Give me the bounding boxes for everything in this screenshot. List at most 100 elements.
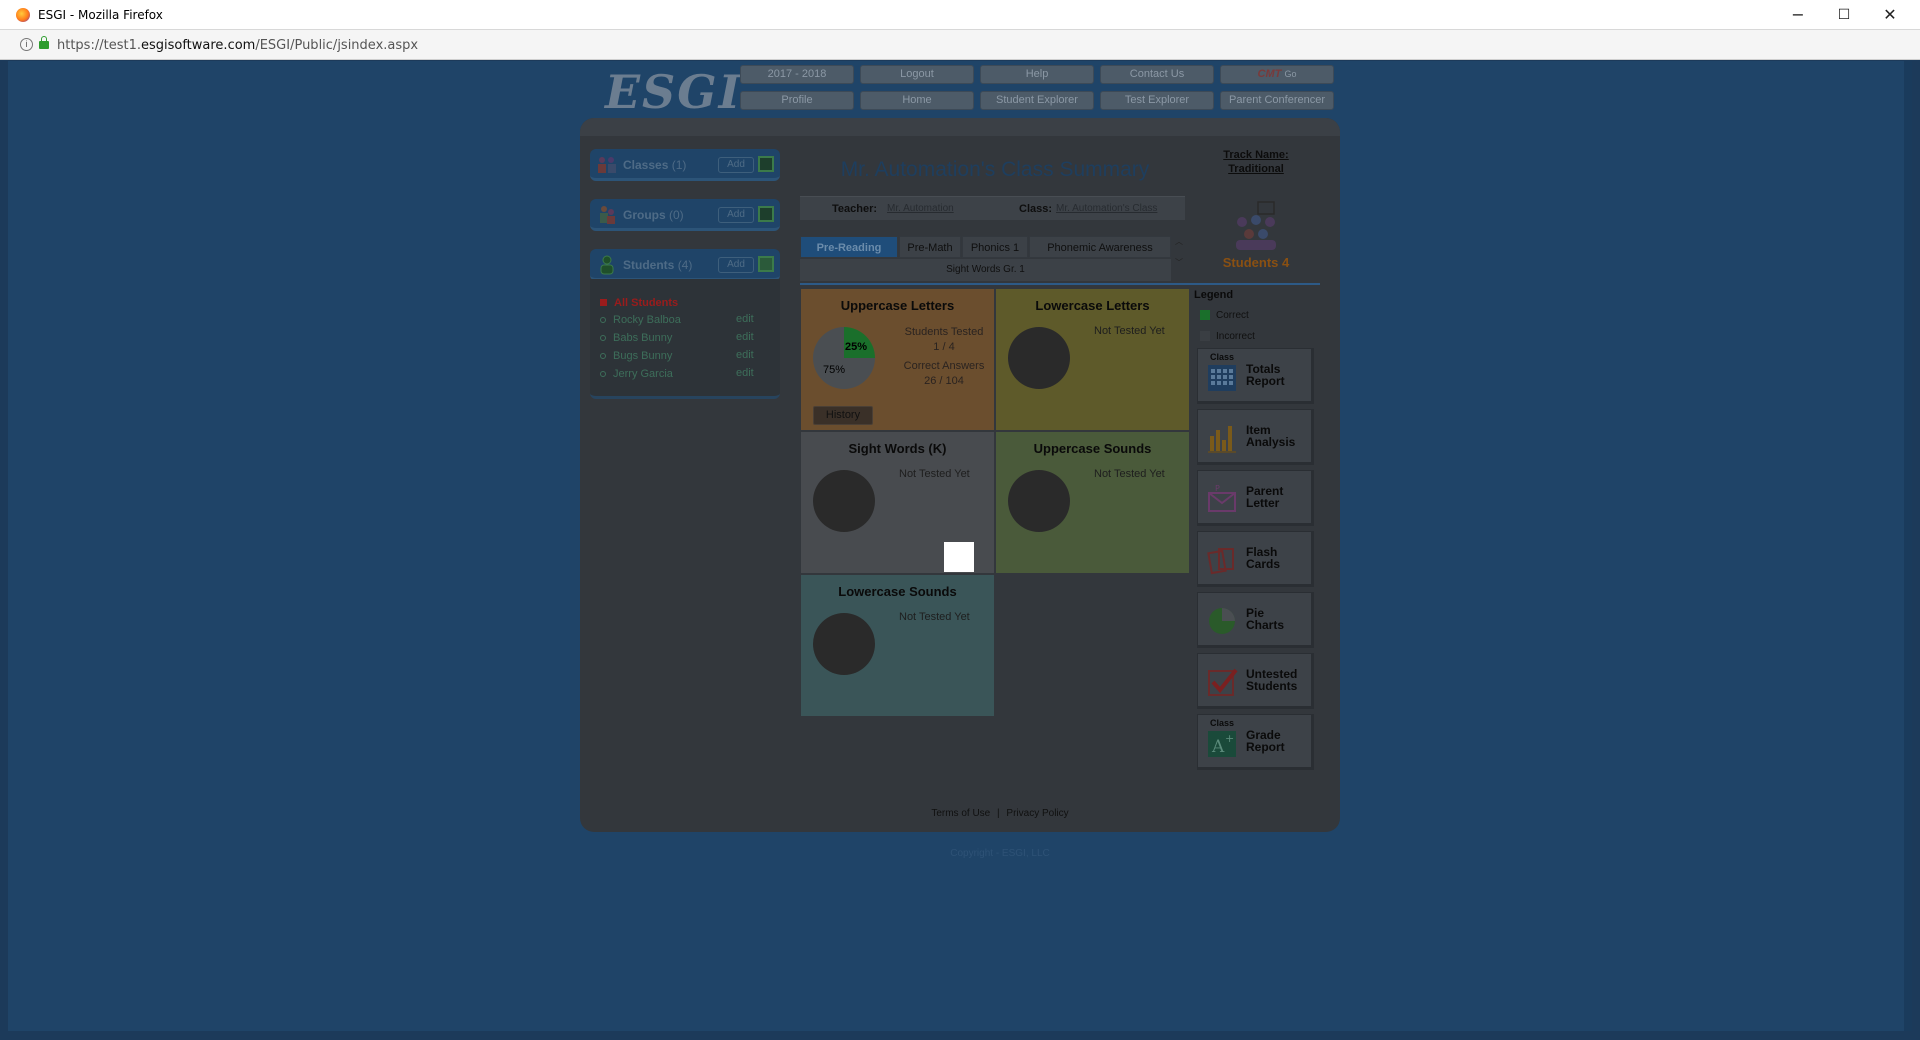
- chevron-down-icon[interactable]: ﹀: [1173, 257, 1185, 268]
- svg-text:A: A: [1211, 737, 1225, 757]
- report-label: Pie Charts: [1246, 606, 1285, 632]
- cmt-label: CMT: [1257, 68, 1282, 80]
- class-link[interactable]: Mr. Automation's Class: [1056, 203, 1157, 214]
- student-item[interactable]: Babs Bunny: [600, 332, 672, 344]
- nav-home-button[interactable]: Home: [860, 91, 974, 110]
- bullet-icon: [600, 371, 606, 377]
- chevron-up-icon[interactable]: ︿: [1173, 236, 1185, 247]
- tab-phonics-1[interactable]: Phonics 1: [962, 236, 1028, 258]
- pie-chart[interactable]: [813, 327, 875, 389]
- nav-cmt-button[interactable]: CMT Go: [1220, 65, 1334, 84]
- students-tested-stat: Students Tested 1 / 4: [904, 326, 984, 353]
- parent-letter-button[interactable]: P Parent Letter: [1197, 470, 1314, 526]
- legend-incorrect: Incorrect: [1200, 331, 1255, 342]
- nav-test-explorer-button[interactable]: Test Explorer: [1100, 91, 1214, 110]
- test-tile-lowercase-letters[interactable]: Lowercase Letters Not Tested Yet: [996, 289, 1189, 430]
- nav-contact-us-button[interactable]: Contact Us: [1100, 65, 1214, 84]
- edit-student-link[interactable]: edit: [736, 367, 754, 379]
- nav-student-explorer-button[interactable]: Student Explorer: [980, 91, 1094, 110]
- add-student-button[interactable]: Add: [718, 257, 754, 273]
- test-name: Uppercase Letters: [840, 298, 955, 313]
- test-name: Uppercase Sounds: [1033, 441, 1152, 456]
- students-edit-icon[interactable]: [758, 256, 774, 272]
- class-grade-report-button[interactable]: Class A + Grade Report: [1197, 714, 1314, 770]
- bullet-icon: [600, 317, 606, 323]
- test-tile-sight-words-k[interactable]: Sight Words (K) Not Tested Yet: [801, 432, 994, 573]
- incorrect-swatch: [1200, 331, 1210, 341]
- legend-correct: Correct: [1200, 310, 1249, 321]
- all-students-link[interactable]: All Students: [600, 297, 678, 309]
- student-item[interactable]: Rocky Balboa: [600, 314, 681, 326]
- pie-chart[interactable]: [1008, 470, 1070, 532]
- class-totals-report-button[interactable]: Class Totals Report: [1197, 348, 1314, 404]
- edit-student-link[interactable]: edit: [736, 313, 754, 325]
- pie-correct-percent: 25%: [845, 341, 868, 353]
- edit-student-link[interactable]: edit: [736, 331, 754, 343]
- legend-title: Legend: [1194, 289, 1234, 301]
- student-item[interactable]: Jerry Garcia: [600, 368, 673, 380]
- esgi-logo[interactable]: ESGI: [605, 65, 742, 119]
- sidebar-classes[interactable]: Classes (1) Add: [590, 149, 780, 181]
- classes-icon: [598, 157, 616, 173]
- track-name[interactable]: Track Name: Traditional: [1208, 148, 1304, 176]
- report-label: Parent Letter: [1246, 484, 1284, 510]
- cmt-go-label: Go: [1284, 69, 1297, 79]
- tab-underline: [800, 283, 1320, 285]
- edit-student-link[interactable]: edit: [736, 349, 754, 361]
- pie-charts-button[interactable]: Pie Charts: [1197, 592, 1314, 648]
- nav-parent-conferencer-button[interactable]: Parent Conferencer: [1220, 91, 1334, 110]
- item-analysis-button[interactable]: Item Analysis: [1197, 409, 1314, 465]
- teacher-class-bar: Teacher: Mr. Automation Class: Mr. Autom…: [800, 196, 1185, 220]
- nav-help-button[interactable]: Help: [980, 65, 1094, 84]
- report-label: Flash Cards: [1246, 545, 1281, 571]
- test-tile-uppercase-letters[interactable]: Uppercase Letters 25% 75% Students Teste…: [801, 289, 994, 430]
- firefox-icon: [16, 8, 30, 22]
- minimize-button[interactable]: −: [1775, 0, 1821, 30]
- sidebar-groups[interactable]: Groups (0) Add: [590, 199, 780, 231]
- nav-profile-button[interactable]: Profile: [740, 91, 854, 110]
- url-text[interactable]: https://test1.esgisoftware.com/ESGI/Publ…: [57, 38, 418, 53]
- vertical-scrollbar[interactable]: [1904, 61, 1912, 1031]
- report-label: Untested Students: [1246, 667, 1298, 693]
- tab-phonemic-awareness[interactable]: Phonemic Awareness: [1029, 236, 1171, 258]
- svg-text:P: P: [1215, 484, 1220, 493]
- info-icon[interactable]: i: [20, 38, 33, 51]
- report-label: Grade Report: [1246, 728, 1285, 754]
- test-tile-lowercase-sounds[interactable]: Lowercase Sounds Not Tested Yet: [801, 575, 994, 716]
- terms-of-use-link[interactable]: Terms of Use: [931, 808, 990, 819]
- window-titlebar: ESGI - Mozilla Firefox − ☐ ✕: [0, 0, 1920, 30]
- add-class-button[interactable]: Add: [718, 157, 754, 173]
- cards-icon: [1207, 548, 1234, 575]
- flash-cards-button[interactable]: Flash Cards: [1197, 531, 1314, 587]
- tab-pre-math[interactable]: Pre-Math: [899, 236, 961, 258]
- students-group-icon[interactable]: [1230, 200, 1282, 252]
- untested-students-button[interactable]: Untested Students: [1197, 653, 1314, 709]
- test-name: Lowercase Sounds: [838, 584, 957, 599]
- pie-incorrect-percent: 75%: [823, 364, 846, 376]
- pie-chart[interactable]: [813, 613, 875, 675]
- main-panel-top: [580, 118, 1340, 136]
- address-bar[interactable]: i https://test1.esgisoftware.com/ESGI/Pu…: [0, 30, 1920, 60]
- add-group-button[interactable]: Add: [718, 207, 754, 223]
- sidebar-students[interactable]: Students (4) Add: [590, 249, 780, 281]
- student-item[interactable]: Bugs Bunny: [600, 350, 672, 362]
- tab-sight-words-gr1[interactable]: Sight Words Gr. 1: [800, 259, 1171, 281]
- maximize-button[interactable]: ☐: [1821, 0, 1867, 30]
- nav-school-year-button[interactable]: 2017 - 2018: [740, 65, 854, 84]
- tab-scroll[interactable]: ︿ ﹀: [1173, 236, 1185, 281]
- students-list: All Students Rocky Balboa edit Babs Bunn…: [590, 279, 780, 399]
- pie-chart[interactable]: [1008, 327, 1070, 389]
- privacy-policy-link[interactable]: Privacy Policy: [1006, 808, 1068, 819]
- history-button[interactable]: History: [813, 406, 873, 425]
- legend: Legend Correct Incorrect: [1192, 287, 1320, 347]
- groups-edit-icon[interactable]: [758, 206, 774, 222]
- test-tile-uppercase-sounds[interactable]: Uppercase Sounds Not Tested Yet: [996, 432, 1189, 573]
- test-name: Sight Words (K): [848, 441, 947, 456]
- tab-pre-reading[interactable]: Pre-Reading: [800, 236, 898, 258]
- teacher-link[interactable]: Mr. Automation: [887, 203, 954, 214]
- nav-logout-button[interactable]: Logout: [860, 65, 974, 84]
- test-name: Lowercase Letters: [1035, 298, 1150, 313]
- classes-edit-icon[interactable]: [758, 156, 774, 172]
- pie-chart[interactable]: [813, 470, 875, 532]
- close-button[interactable]: ✕: [1867, 0, 1913, 30]
